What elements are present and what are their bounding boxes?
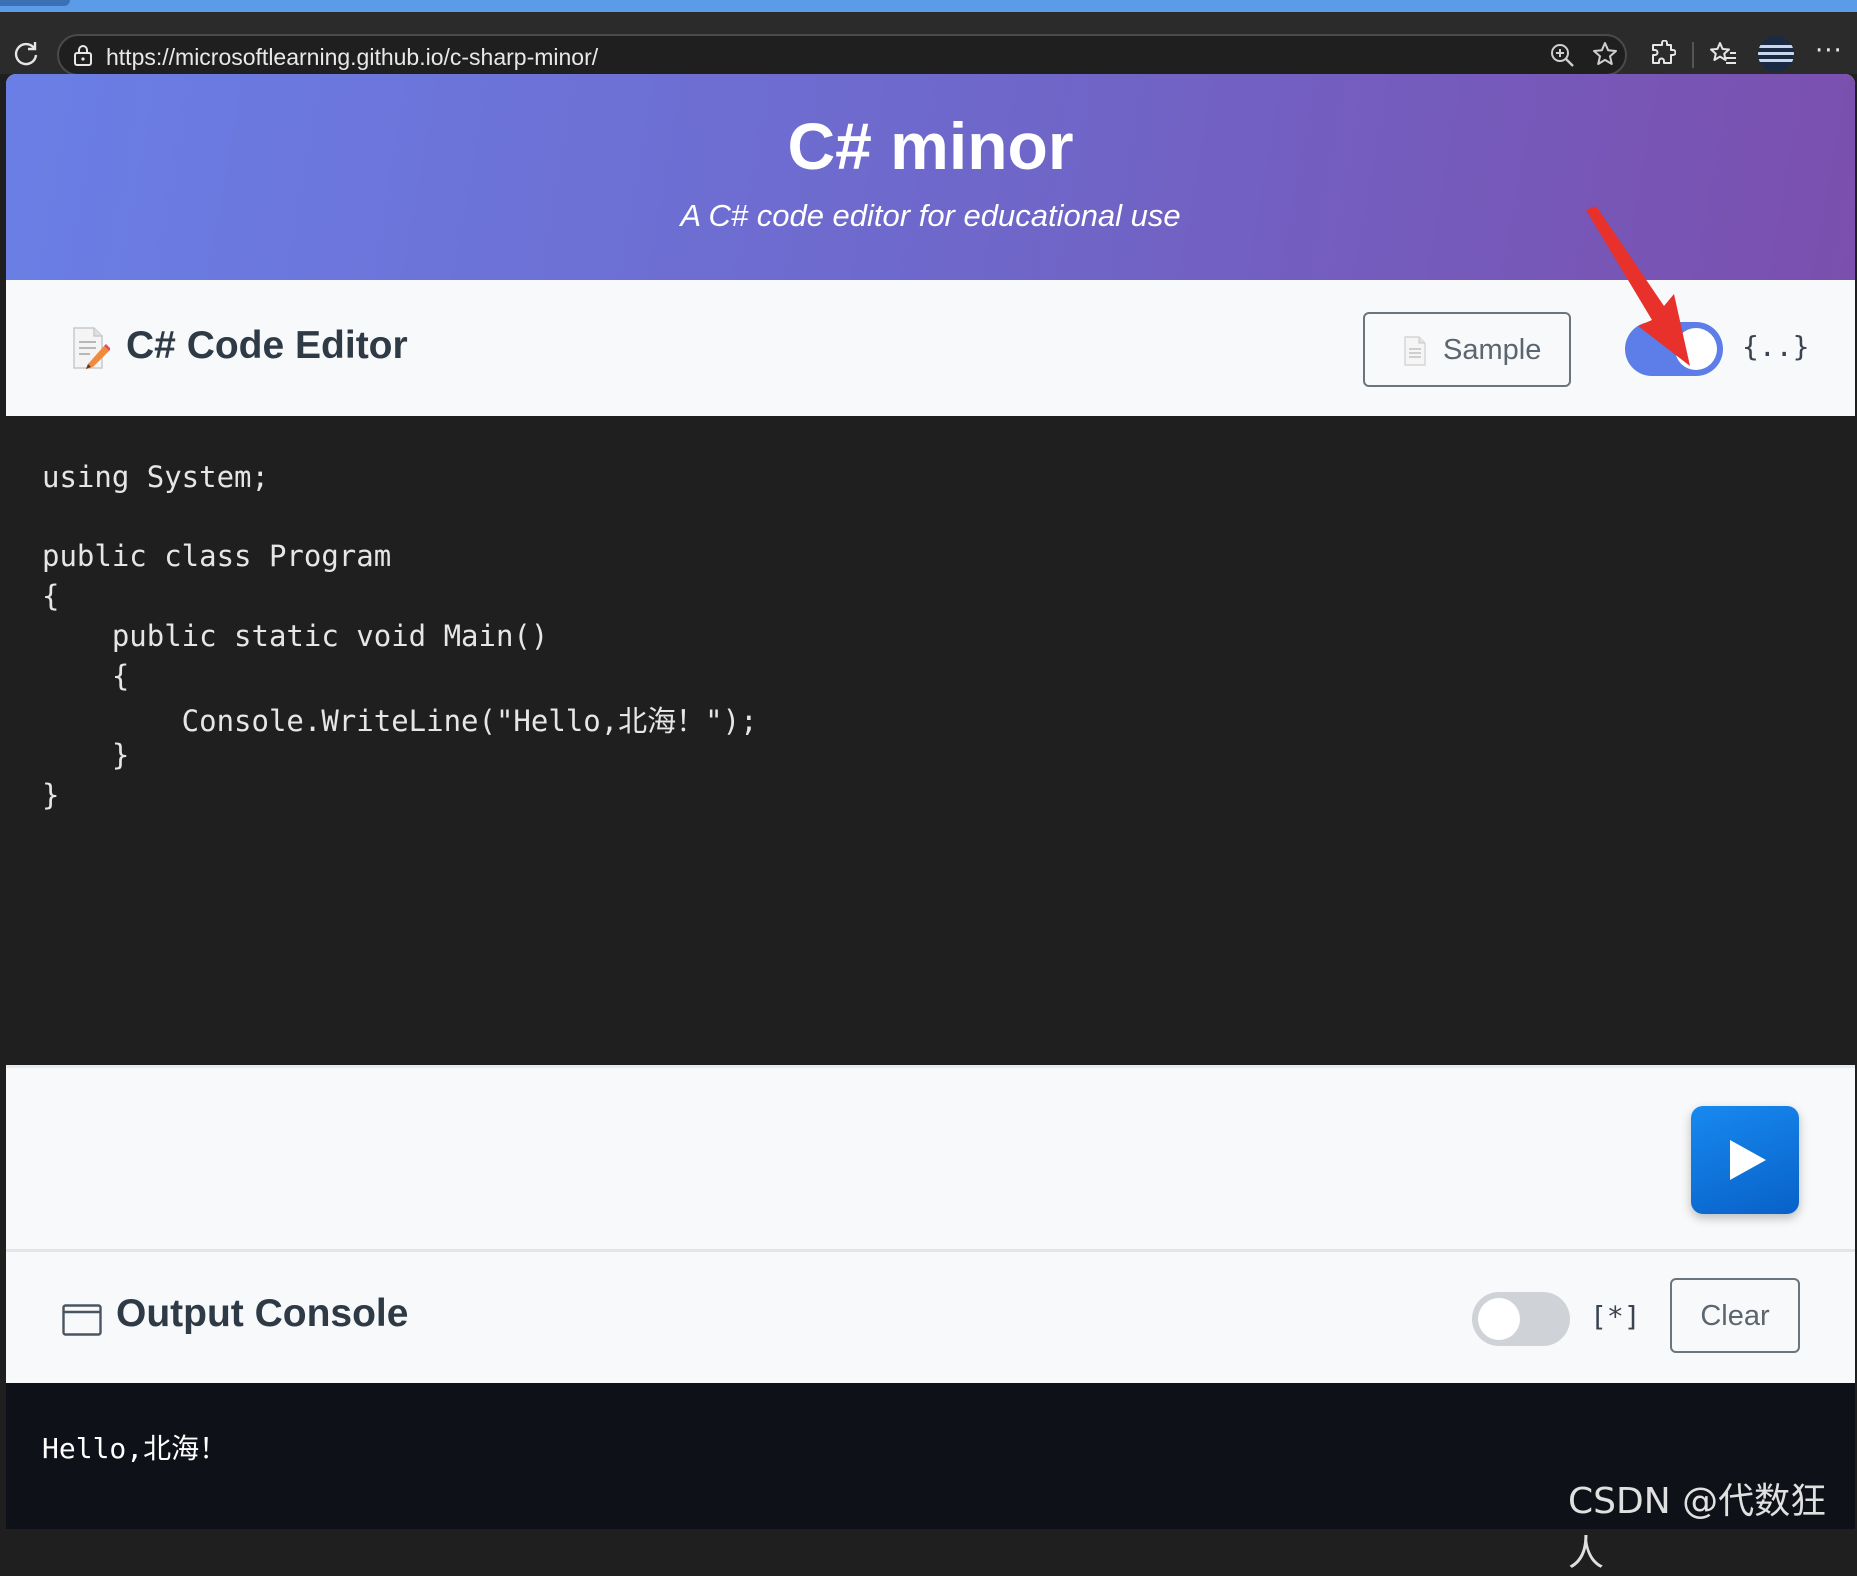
clear-button[interactable]: Clear — [1670, 1278, 1800, 1353]
code-editor[interactable]: using System; public class Program { pub… — [6, 416, 1855, 1065]
code-line[interactable]: public static void Main() — [42, 619, 549, 653]
console-line: Hello,北海！ — [42, 1432, 228, 1465]
editor-title: C# Code Editor — [126, 324, 408, 367]
hero-banner: C# minor A C# code editor for educationa… — [6, 74, 1855, 280]
favorite-star-icon[interactable] — [1591, 40, 1619, 68]
code-line[interactable]: { — [42, 579, 59, 613]
sample-button[interactable]: Sample — [1363, 312, 1571, 387]
extensions-icon[interactable] — [1648, 40, 1676, 68]
window-icon — [62, 1304, 102, 1336]
clear-button-label: Clear — [1700, 1300, 1770, 1332]
page: C# minor A C# code editor for educationa… — [6, 74, 1855, 1529]
watermark: CSDN @代数狂人 — [1568, 1481, 1827, 1574]
annotation-arrow-icon — [1586, 206, 1690, 366]
browser-tab-stub[interactable] — [0, 0, 70, 6]
code-line[interactable]: } — [42, 778, 59, 812]
play-icon — [1730, 1140, 1766, 1180]
code-line[interactable]: } — [42, 738, 129, 772]
wrap-toggle[interactable] — [1472, 1292, 1570, 1346]
app-title: C# minor — [787, 109, 1074, 183]
output-header: Output Console [*] Clear — [6, 1249, 1855, 1386]
code-line[interactable]: public class Program — [42, 539, 391, 573]
address-bar[interactable]: https://microsoftlearning.github.io/c-sh… — [57, 34, 1627, 76]
zoom-icon[interactable] — [1549, 42, 1575, 68]
browser-top-strip — [0, 0, 1857, 12]
run-bar — [6, 1065, 1855, 1252]
wrap-toggle-label: [*] — [1590, 1300, 1641, 1333]
code-line[interactable]: Console.WriteLine("Hello,北海！"); — [42, 698, 758, 740]
browser-toolbar: https://microsoftlearning.github.io/c-sh… — [0, 12, 1857, 76]
document-icon — [1404, 336, 1426, 366]
reload-icon[interactable] — [12, 39, 40, 67]
code-line[interactable]: { — [42, 659, 129, 693]
profile-avatar[interactable] — [1758, 36, 1794, 72]
run-button[interactable] — [1691, 1106, 1799, 1214]
favorites-icon[interactable] — [1708, 40, 1738, 68]
more-menu-icon[interactable]: ··· — [1815, 36, 1843, 66]
editor-header: C# Code Editor Sample {..} — [6, 280, 1855, 418]
lock-icon[interactable] — [73, 44, 93, 66]
toolbar-divider — [1692, 42, 1694, 68]
output-title: Output Console — [116, 1292, 409, 1335]
toggle-knob — [1478, 1298, 1520, 1340]
app-subtitle: A C# code editor for educational use — [680, 198, 1181, 233]
code-line[interactable]: using System; — [42, 460, 269, 494]
memo-icon — [73, 327, 110, 369]
format-toggle-label: {..} — [1742, 330, 1810, 363]
url-text[interactable]: https://microsoftlearning.github.io/c-sh… — [106, 44, 598, 71]
sample-button-label: Sample — [1443, 334, 1542, 366]
